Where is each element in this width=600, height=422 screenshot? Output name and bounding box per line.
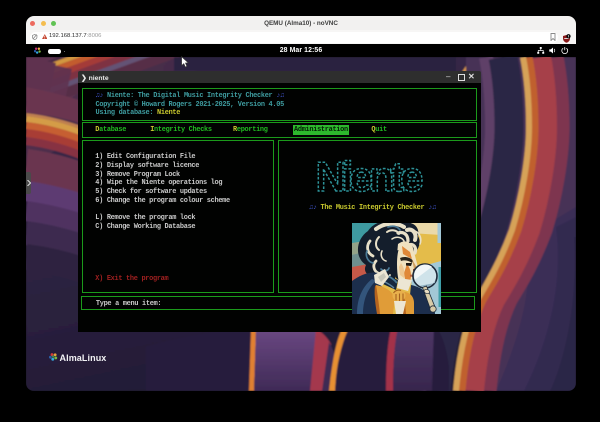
svg-text:Niente: Niente	[316, 158, 424, 197]
